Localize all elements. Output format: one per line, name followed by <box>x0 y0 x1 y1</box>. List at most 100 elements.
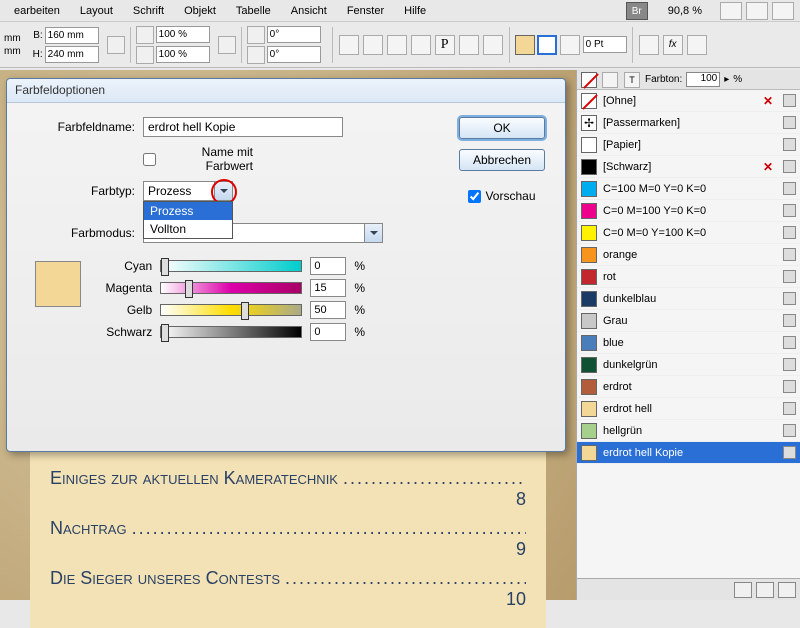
swatch-label: [Passermarken] <box>603 117 775 129</box>
swatches-panel: T Farbton: 100 ▸ % [Ohne]✕✢[Passermarken… <box>576 70 800 600</box>
slider-knob[interactable] <box>241 302 249 320</box>
width-field[interactable] <box>45 27 99 44</box>
swatch-row[interactable]: [Ohne]✕ <box>577 90 800 112</box>
swatch-row[interactable]: rot <box>577 266 800 288</box>
menu-help[interactable]: Hilfe <box>394 3 436 19</box>
formatting-container-icon[interactable] <box>602 72 618 88</box>
rotate-field[interactable] <box>267 26 321 43</box>
tint-arrow-icon[interactable]: ▸ <box>724 74 729 85</box>
swatch-row[interactable]: blue <box>577 332 800 354</box>
swatch-type-icon <box>783 292 796 305</box>
preview-checkbox-input[interactable] <box>468 190 481 203</box>
select-content-icon[interactable] <box>411 35 431 55</box>
swatch-row[interactable]: orange <box>577 244 800 266</box>
slider-label: Gelb <box>99 303 152 317</box>
swatch-row[interactable]: C=0 M=100 Y=0 K=0 <box>577 200 800 222</box>
menu-table[interactable]: Tabelle <box>226 3 281 19</box>
show-swatch-kinds-icon[interactable] <box>734 582 752 598</box>
swatch-row[interactable]: C=100 M=0 Y=0 K=0 <box>577 178 800 200</box>
stroke-swatch[interactable] <box>537 35 557 55</box>
constrain-icon[interactable] <box>107 36 125 54</box>
dropdown-arrow-icon[interactable] <box>214 182 232 200</box>
swatch-name-input[interactable] <box>143 117 343 137</box>
swatch-row[interactable]: [Schwarz]✕ <box>577 156 800 178</box>
arrange-icon[interactable] <box>772 2 794 20</box>
menu-object[interactable]: Objekt <box>174 3 226 19</box>
swatch-row[interactable]: erdrot hell Kopie <box>577 442 800 464</box>
tint-field[interactable]: 100 <box>686 72 720 87</box>
cancel-button[interactable]: Abbrechen <box>459 149 545 171</box>
swatch-type-icon <box>783 380 796 393</box>
preview-checkbox[interactable]: Vorschau <box>468 189 535 203</box>
menu-window[interactable]: Fenster <box>337 3 394 19</box>
shear-icon <box>247 46 265 64</box>
pct-label: % <box>354 259 365 273</box>
swatch-label: [Ohne] <box>603 95 755 107</box>
slider-knob[interactable] <box>185 280 193 298</box>
swatch-label: C=0 M=0 Y=100 K=0 <box>603 227 775 239</box>
swatch-chip <box>581 335 597 351</box>
slider-track[interactable] <box>160 326 302 338</box>
color-type-options[interactable]: Prozess Vollton <box>143 201 233 239</box>
control-bar: mm mm B: H: P fx <box>0 22 800 68</box>
color-type-dropdown[interactable]: Prozess <box>143 181 233 201</box>
effects-icon[interactable] <box>639 35 659 55</box>
slider-value-input[interactable] <box>310 323 346 341</box>
slider-track[interactable] <box>160 282 302 294</box>
swatch-chip <box>581 357 597 373</box>
flip-v-icon[interactable] <box>363 35 383 55</box>
swatch-row[interactable]: erdrot hell <box>577 398 800 420</box>
corner-icon[interactable] <box>483 35 503 55</box>
view-options-icon[interactable] <box>720 2 742 20</box>
name-with-value-input[interactable] <box>143 153 156 166</box>
swatch-row[interactable]: erdrot <box>577 376 800 398</box>
formatting-text-icon[interactable]: T <box>624 72 640 88</box>
height-field[interactable] <box>45 46 99 63</box>
pct-label: % <box>354 303 365 317</box>
slider-track[interactable] <box>160 260 302 272</box>
paragraph-style-icon[interactable] <box>687 35 707 55</box>
swatch-row[interactable]: Grau <box>577 310 800 332</box>
swatch-row[interactable]: C=0 M=0 Y=100 K=0 <box>577 222 800 244</box>
fx-icon[interactable]: fx <box>663 35 683 55</box>
shear-field[interactable] <box>267 46 321 63</box>
screen-mode-icon[interactable] <box>746 2 768 20</box>
zoom-level[interactable]: 90,8 % <box>658 3 712 19</box>
swatch-row[interactable]: dunkelblau <box>577 288 800 310</box>
color-type-option-prozess[interactable]: Prozess <box>144 202 232 220</box>
constrain-scale-icon[interactable] <box>218 36 236 54</box>
menu-layout[interactable]: Layout <box>70 3 123 19</box>
slider-value-input[interactable] <box>310 279 346 297</box>
swatch-chip <box>581 401 597 417</box>
menu-edit[interactable]: earbeiten <box>4 3 70 19</box>
dropdown-arrow-icon[interactable] <box>364 224 382 242</box>
stroke-weight-field[interactable] <box>583 36 627 53</box>
slider-track[interactable] <box>160 304 302 316</box>
flip-h-icon[interactable] <box>339 35 359 55</box>
name-with-value-checkbox[interactable]: Name mit Farbwert <box>143 145 253 173</box>
swatch-row[interactable]: dunkelgrün <box>577 354 800 376</box>
delete-swatch-icon[interactable] <box>778 582 796 598</box>
slider-value-input[interactable] <box>310 257 346 275</box>
slider-knob[interactable] <box>161 324 169 342</box>
swatch-row[interactable]: [Papier] <box>577 134 800 156</box>
fill-swatch[interactable] <box>515 35 535 55</box>
swatch-list[interactable]: [Ohne]✕✢[Passermarken][Papier][Schwarz]✕… <box>577 90 800 578</box>
new-swatch-icon[interactable] <box>756 582 774 598</box>
toc-entry: Einiges zur aktuellen Kameratechnik ....… <box>50 468 526 510</box>
text-wrap-icon[interactable] <box>459 35 479 55</box>
fill-none-indicator[interactable] <box>581 72 597 88</box>
scale-x-field[interactable] <box>156 26 210 43</box>
scale-y-field[interactable] <box>156 46 210 63</box>
swatch-row[interactable]: hellgrün <box>577 420 800 442</box>
menu-view[interactable]: Ansicht <box>281 3 337 19</box>
ok-button[interactable]: OK <box>459 117 545 139</box>
slider-value-input[interactable] <box>310 301 346 319</box>
slider-knob[interactable] <box>161 258 169 276</box>
swatch-row[interactable]: ✢[Passermarken] <box>577 112 800 134</box>
bridge-icon[interactable]: Br <box>626 2 648 20</box>
color-type-option-vollton[interactable]: Vollton <box>144 220 232 238</box>
menu-font[interactable]: Schrift <box>123 3 174 19</box>
paragraph-icon[interactable]: P <box>435 35 455 55</box>
select-container-icon[interactable] <box>387 35 407 55</box>
